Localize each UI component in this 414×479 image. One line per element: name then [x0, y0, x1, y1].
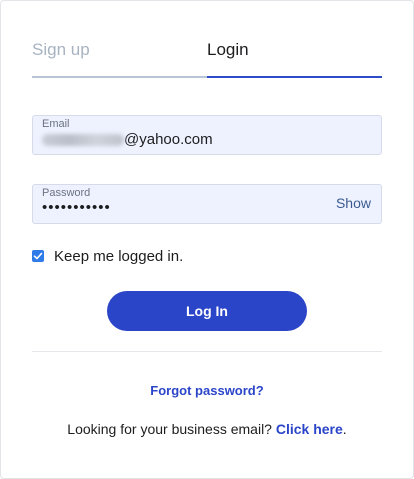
- checkmark-icon: [33, 252, 43, 260]
- password-field[interactable]: Password ••••••••••• Show: [32, 184, 382, 224]
- business-email-text: Looking for your business email?: [67, 421, 276, 437]
- business-email-prompt: Looking for your business email? Click h…: [1, 421, 413, 437]
- redacted-username: [42, 134, 124, 147]
- keep-logged-in-label[interactable]: Keep me logged in.: [54, 248, 183, 265]
- password-field-value: •••••••••••: [42, 199, 111, 216]
- tab-signup-underline: [32, 76, 207, 78]
- login-panel: Sign up Login Email @yahoo.com Password …: [0, 0, 414, 479]
- divider: [32, 351, 382, 352]
- show-password-button[interactable]: Show: [336, 195, 371, 211]
- business-period: .: [342, 421, 347, 437]
- forgot-password-link: Forgot password?: [1, 383, 413, 398]
- forgot-password-text[interactable]: Forgot password?: [150, 383, 263, 398]
- auth-tabs: Sign up Login: [32, 29, 382, 79]
- email-field-label: Email: [42, 118, 70, 130]
- business-click-here-link[interactable]: Click here: [276, 421, 343, 437]
- tab-login[interactable]: Login: [207, 29, 382, 78]
- email-field-value: @yahoo.com: [42, 131, 213, 148]
- password-field-label: Password: [42, 187, 91, 199]
- keep-logged-in-checkbox[interactable]: [32, 250, 44, 262]
- tab-signup[interactable]: Sign up: [32, 29, 207, 78]
- email-domain: @yahoo.com: [124, 131, 213, 148]
- tab-signup-label: Sign up: [32, 40, 90, 59]
- login-button[interactable]: Log In: [107, 291, 307, 331]
- email-field[interactable]: Email @yahoo.com: [32, 115, 382, 155]
- tab-login-label: Login: [207, 40, 249, 59]
- tab-login-underline: [207, 76, 382, 78]
